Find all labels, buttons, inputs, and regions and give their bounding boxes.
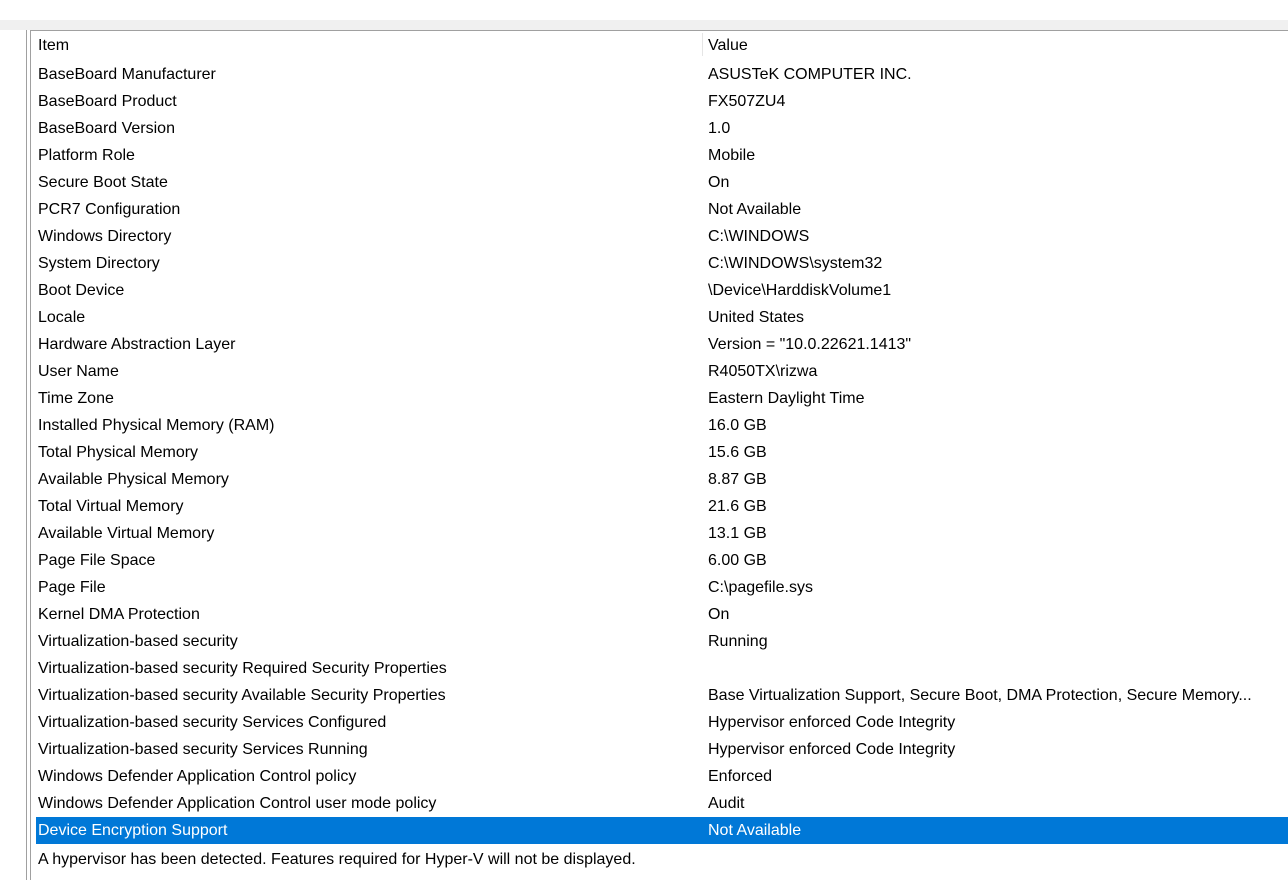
row-value-cell: Audit <box>708 795 745 812</box>
row-value-cell: R4050TX\rizwa <box>708 363 818 380</box>
row-item-cell: Secure Boot State <box>38 174 168 191</box>
list-header: Item Value <box>31 31 1288 58</box>
table-row[interactable]: PCR7 Configuration Not Available <box>31 196 1288 223</box>
table-row[interactable]: Device Encryption Support Not Available <box>36 817 1288 844</box>
row-value-cell: C:\WINDOWS\system32 <box>708 255 883 272</box>
table-row[interactable]: Boot Device \Device\HarddiskVolume1 <box>31 277 1288 304</box>
row-item-cell: Boot Device <box>38 282 125 299</box>
table-row[interactable]: Platform Role Mobile <box>31 142 1288 169</box>
hypervisor-status-message: A hypervisor has been detected. Features… <box>38 851 636 868</box>
row-value-cell: Not Available <box>708 201 802 218</box>
row-item-cell: Virtualization-based security Services R… <box>38 741 368 758</box>
table-row[interactable]: Total Virtual Memory 21.6 GB <box>31 493 1288 520</box>
system-summary-list[interactable]: Item Value BaseBoard Manufacturer ASUSTeK… <box>30 30 1288 880</box>
row-value-cell: Hypervisor enforced Code Integrity <box>708 714 956 731</box>
toolbar-band <box>0 20 1288 30</box>
table-row[interactable]: Windows Defender Application Control use… <box>31 790 1288 817</box>
row-item-cell: Virtualization-based security Available … <box>38 687 446 704</box>
row-value-cell: Base Virtualization Support, Secure Boot… <box>708 687 1252 704</box>
table-row[interactable]: Virtualization-based security Required S… <box>31 655 1288 682</box>
table-row[interactable]: BaseBoard Manufacturer ASUSTeK COMPUTER I… <box>31 61 1288 88</box>
row-item-cell: Hardware Abstraction Layer <box>38 336 236 353</box>
row-value-cell: On <box>708 606 730 623</box>
row-value-cell: 16.0 GB <box>708 417 767 434</box>
row-item-cell: Virtualization-based security <box>38 633 238 650</box>
table-row[interactable]: Available Physical Memory 8.87 GB <box>31 466 1288 493</box>
row-value-cell: 6.00 GB <box>708 552 767 569</box>
row-value-cell: 21.6 GB <box>708 498 767 515</box>
row-item-cell: BaseBoard Product <box>38 93 177 110</box>
row-value-cell: 1.0 <box>708 120 731 137</box>
table-row[interactable]: Hardware Abstraction Layer Version = "10.… <box>31 331 1288 358</box>
row-value-cell: Enforced <box>708 768 773 785</box>
row-item-cell: Installed Physical Memory (RAM) <box>38 417 275 434</box>
row-item-cell: BaseBoard Manufacturer <box>38 66 216 83</box>
table-row[interactable]: BaseBoard Version 1.0 <box>31 115 1288 142</box>
row-value-cell <box>708 655 1286 682</box>
row-item-cell: Available Physical Memory <box>38 471 229 488</box>
row-item-cell: Page File Space <box>38 552 156 569</box>
row-value-cell: Eastern Daylight Time <box>708 390 865 407</box>
row-value-cell: Running <box>708 633 768 650</box>
table-row[interactable]: Available Virtual Memory 13.1 GB <box>31 520 1288 547</box>
table-row[interactable]: System Directory C:\WINDOWS\system32 <box>31 250 1288 277</box>
row-item-cell: Locale <box>38 309 86 326</box>
table-row[interactable]: Virtualization-based security Running <box>31 628 1288 655</box>
row-item-cell: Virtualization-based security Required S… <box>38 660 447 677</box>
list-rows: BaseBoard Manufacturer ASUSTeK COMPUTER I… <box>31 61 1288 844</box>
table-row[interactable]: Virtualization-based security Available … <box>31 682 1288 709</box>
row-item-cell: User Name <box>38 363 119 380</box>
table-row[interactable]: Time Zone Eastern Daylight Time <box>31 385 1288 412</box>
table-row[interactable]: Windows Defender Application Control pol… <box>31 763 1288 790</box>
row-item-cell: Windows Defender Application Control pol… <box>38 768 357 785</box>
row-value-cell: 15.6 GB <box>708 444 767 461</box>
row-item-cell: Total Virtual Memory <box>38 498 184 515</box>
column-header-value[interactable]: Value <box>708 31 748 58</box>
row-item-cell: Windows Defender Application Control use… <box>38 795 437 812</box>
row-item-cell: Page File <box>38 579 106 596</box>
row-value-cell: On <box>708 174 730 191</box>
category-tree-pane[interactable] <box>0 30 27 880</box>
row-item-cell: Available Virtual Memory <box>38 525 215 542</box>
row-item-cell: BaseBoard Version <box>38 120 175 137</box>
row-item-cell: Total Physical Memory <box>38 444 199 461</box>
row-value-cell: FX507ZU4 <box>708 93 786 110</box>
table-row[interactable]: Page File Space 6.00 GB <box>31 547 1288 574</box>
row-item-cell: Kernel DMA Protection <box>38 606 200 623</box>
table-row[interactable]: Locale United States <box>31 304 1288 331</box>
table-row[interactable]: Windows Directory C:\WINDOWS <box>31 223 1288 250</box>
row-value-cell: 8.87 GB <box>708 471 767 488</box>
table-row[interactable]: Secure Boot State On <box>31 169 1288 196</box>
row-item-cell: Device Encryption Support <box>38 822 228 839</box>
row-value-cell: Version = "10.0.22621.1413" <box>708 336 912 353</box>
row-value-cell: Not Available <box>708 822 802 839</box>
row-item-cell: Platform Role <box>38 147 135 164</box>
row-value-cell: United States <box>708 309 805 326</box>
row-value-cell: 13.1 GB <box>708 525 767 542</box>
table-row[interactable]: Total Physical Memory 15.6 GB <box>31 439 1288 466</box>
row-value-cell: \Device\HarddiskVolume1 <box>708 282 892 299</box>
row-item-cell: System Directory <box>38 255 160 272</box>
row-value-cell: Mobile <box>708 147 756 164</box>
row-item-cell: Time Zone <box>38 390 114 407</box>
row-value-cell: C:\pagefile.sys <box>708 579 813 596</box>
table-row[interactable]: BaseBoard Product FX507ZU4 <box>31 88 1288 115</box>
table-row[interactable]: User Name R4050TX\rizwa <box>31 358 1288 385</box>
column-divider[interactable] <box>702 33 703 56</box>
column-header-item[interactable]: Item <box>38 31 69 58</box>
table-row[interactable]: Installed Physical Memory (RAM) 16.0 GB <box>31 412 1288 439</box>
row-value-cell: ASUSTeK COMPUTER INC. <box>708 66 912 83</box>
row-value-cell: C:\WINDOWS <box>708 228 810 245</box>
row-value-cell: Hypervisor enforced Code Integrity <box>708 741 956 758</box>
table-row[interactable]: Virtualization-based security Services R… <box>31 736 1288 763</box>
table-row[interactable]: Virtualization-based security Services C… <box>31 709 1288 736</box>
table-row[interactable]: Page File C:\pagefile.sys <box>31 574 1288 601</box>
row-item-cell: Windows Directory <box>38 228 172 245</box>
table-row[interactable]: Kernel DMA Protection On <box>31 601 1288 628</box>
row-item-cell: Virtualization-based security Services C… <box>38 714 387 731</box>
row-item-cell: PCR7 Configuration <box>38 201 181 218</box>
window-top-area <box>0 0 1288 20</box>
